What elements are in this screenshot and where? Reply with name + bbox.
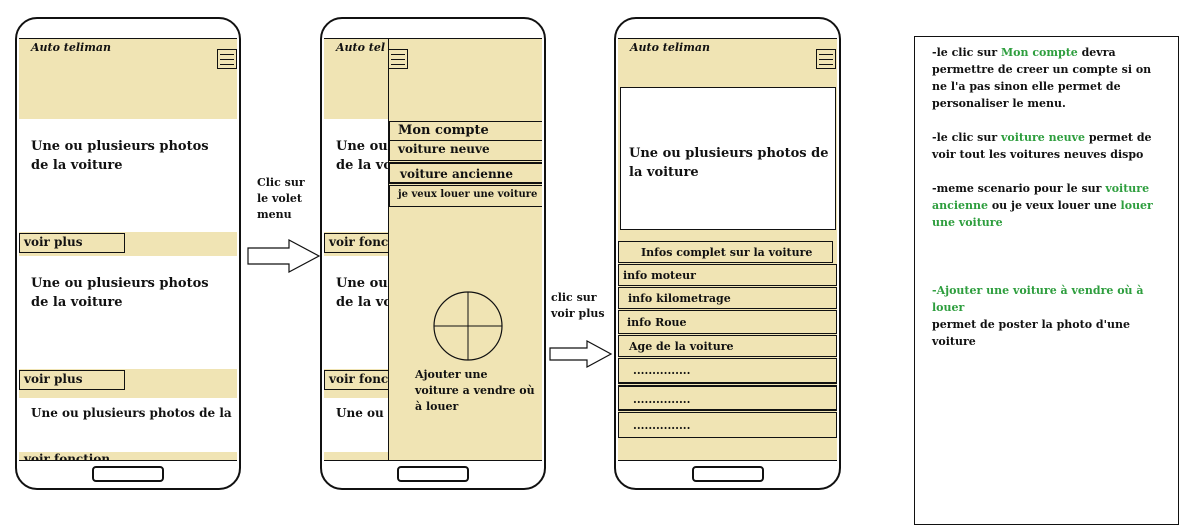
phone-mockup-menu-open: Auto tel Une ou plusieurs photos de la v… — [320, 17, 546, 490]
car-photo-caption-partial: Une ou plusieurs photos de la — [31, 406, 232, 420]
phone-mockup-car-details: Auto teliman Une ou plusieurs photos de … — [614, 17, 841, 490]
see-more-button[interactable]: voir plus — [19, 233, 125, 253]
menu-item-old-car[interactable]: voiture ancienne — [389, 162, 542, 184]
arrow-caption-menu: Clic sur le volet menu — [257, 176, 305, 221]
note-new-car: -le clic sur voiture neuve permet de voi… — [932, 131, 1152, 161]
car-photo-caption-partial: Une ou — [336, 406, 384, 420]
phone-screen: Auto teliman Une ou plusieurs photos de … — [618, 38, 837, 461]
info-engine[interactable]: info moteur — [618, 264, 837, 286]
home-button[interactable] — [691, 466, 764, 482]
menu-item-new-car[interactable]: voiture neuve — [389, 140, 542, 161]
note-old-car: -meme scenario pour le sur voiture ancie… — [932, 182, 1153, 229]
phone-screen: Auto tel Une ou plusieurs photos de la v… — [324, 38, 542, 461]
app-title: Auto teliman — [31, 41, 111, 54]
add-car-label[interactable]: Ajouter une voiture a vendre où à louer — [415, 367, 535, 415]
hamburger-menu-icon[interactable] — [388, 49, 408, 69]
note-add-car: -Ajouter une voiture à vendre où à louer… — [932, 284, 1144, 348]
notes-panel: -le clic sur Mon compte devra permettre … — [914, 36, 1179, 525]
car-photo-caption: Une ou plusieurs photos de la voiture — [629, 146, 829, 180]
car-photo-caption: Une ou plusieurs photos de la voiture — [31, 276, 209, 310]
info-car-age[interactable]: Age de la voiture — [618, 335, 837, 357]
home-button[interactable] — [397, 466, 469, 482]
phone-screen: Auto teliman Une ou plusieurs photos de … — [19, 38, 237, 461]
right-arrow-icon — [549, 340, 613, 368]
add-photo-icon[interactable] — [432, 290, 504, 362]
see-more-button[interactable]: voir plus — [19, 370, 125, 390]
app-title: Auto teliman — [630, 41, 710, 54]
app-title-partial: Auto tel — [336, 41, 386, 54]
note-account: -le clic sur Mon compte devra permettre … — [932, 46, 1152, 110]
side-drawer-menu: Mon compte voiture neuve voiture ancienn… — [388, 39, 542, 460]
menu-item-account[interactable]: Mon compte — [389, 121, 542, 141]
info-header: Infos complet sur la voiture — [618, 241, 833, 263]
car-photo-area: Une ou plusieurs photos de la — [19, 398, 237, 452]
arrow-caption-see-more: clic sur voir plus — [551, 291, 605, 320]
info-wheels[interactable]: info Roue — [618, 310, 837, 334]
menu-item-rent-car[interactable]: je veux louer une voiture — [389, 185, 542, 207]
car-photo-caption: Une ou plusieurs photos de la voiture — [31, 139, 209, 173]
info-placeholder: ............... — [618, 412, 837, 438]
home-button[interactable] — [92, 466, 164, 482]
phone-mockup-home: Auto teliman Une ou plusieurs photos de … — [15, 17, 241, 490]
see-function-button-partial[interactable]: voir fonction — [24, 452, 110, 460]
right-arrow-icon — [247, 239, 321, 273]
hamburger-menu-icon[interactable] — [217, 49, 237, 69]
info-mileage[interactable]: info kilometrage — [618, 287, 837, 309]
info-placeholder: ............... — [618, 358, 837, 384]
hamburger-menu-icon[interactable] — [816, 49, 836, 69]
info-placeholder: ............... — [618, 385, 837, 411]
car-photo-area: Une ou plusieurs photos de la voiture — [19, 256, 237, 369]
car-photo-area: Une ou plusieurs photos de la voiture — [620, 87, 836, 230]
car-photo-area: Une ou plusieurs photos de la voiture — [19, 119, 237, 232]
